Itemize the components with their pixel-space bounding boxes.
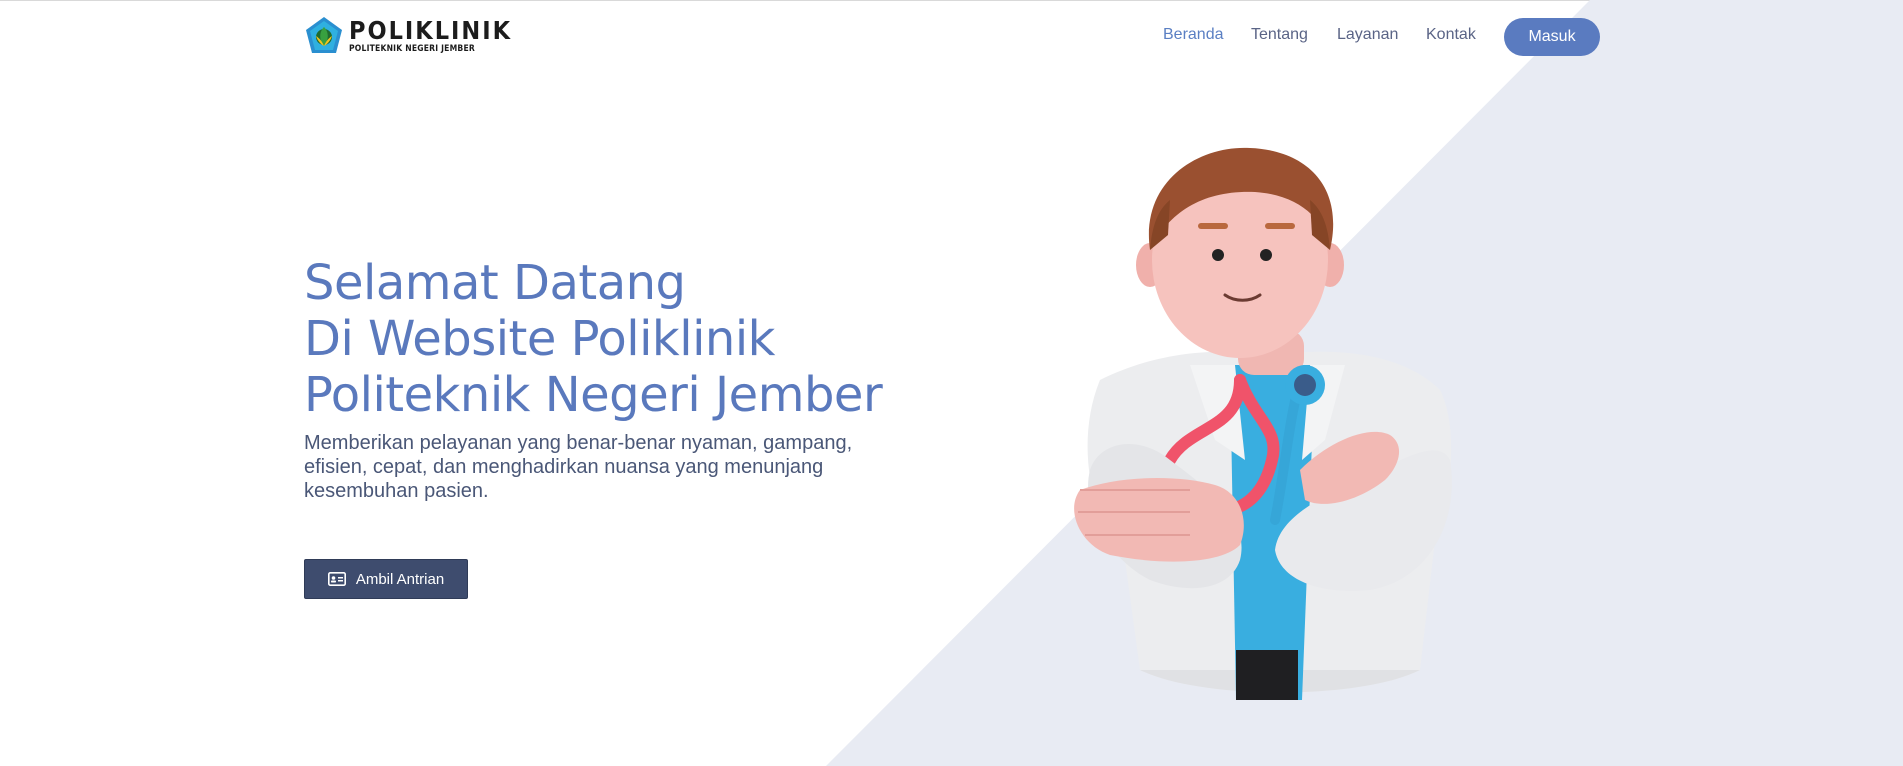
background-diagonal-panel <box>826 0 1903 766</box>
nav-link-kontak[interactable]: Kontak <box>1426 26 1476 44</box>
hero-title-line-2: Di Website Poliklinik <box>304 311 775 367</box>
id-card-icon <box>327 572 346 586</box>
hero-title-line-3: Politeknik Negeri Jember <box>304 367 883 423</box>
polije-emblem-icon <box>306 17 342 53</box>
logo-subtitle: POLITEKNIK NEGERI JEMBER <box>349 44 475 54</box>
ambil-antrian-label: Ambil Antrian <box>355 570 445 588</box>
logo-title: POLIKLINIK <box>349 16 513 45</box>
doctor-illustration <box>1074 147 1452 700</box>
hero-title-line-1: Selamat Datang <box>304 255 686 311</box>
hero-description: Memberikan pelayanan yang benar-benar ny… <box>304 432 853 502</box>
ambil-antrian-button[interactable]: Ambil Antrian <box>304 559 468 599</box>
nav-link-layanan[interactable]: Layanan <box>1337 26 1398 44</box>
hero-section: Selamat Datang Di Website Poliklinik Pol… <box>304 255 944 503</box>
hero-title: Selamat Datang Di Website Poliklinik Pol… <box>304 255 944 423</box>
nav-link-tentang[interactable]: Tentang <box>1251 26 1308 44</box>
login-button[interactable]: Masuk <box>1504 18 1600 56</box>
navbar: POLIKLINIK POLITEKNIK NEGERI JEMBER Bera… <box>0 0 1903 74</box>
logo[interactable]: POLIKLINIK POLITEKNIK NEGERI JEMBER <box>304 16 512 56</box>
nav-link-beranda[interactable]: Beranda <box>1163 26 1224 44</box>
